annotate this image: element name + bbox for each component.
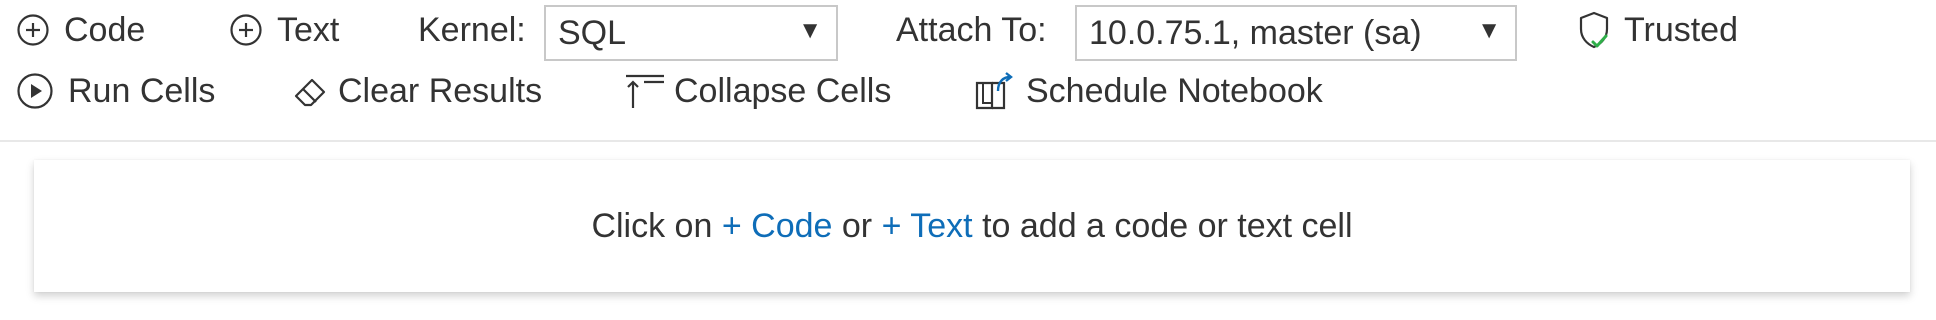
collapse-cells-label: Collapse Cells — [674, 71, 892, 110]
plus-circle-icon — [16, 13, 50, 47]
add-code-label: Code — [64, 10, 146, 49]
clear-results-button[interactable]: Clear Results — [292, 63, 542, 119]
toolbar-divider — [0, 140, 1936, 142]
attach-to-value: 10.0.75.1, master (sa) — [1089, 13, 1422, 52]
attach-to-select[interactable]: 10.0.75.1, master (sa) ▼ — [1075, 5, 1517, 61]
add-text-label: Text — [277, 10, 340, 49]
collapse-cells-button[interactable]: Collapse Cells — [624, 63, 891, 119]
toolbar-row-primary: Code Text Kernel: SQL ▼ Attach To: 10.0.… — [0, 2, 1936, 61]
plus-circle-icon — [229, 13, 263, 47]
run-cells-button[interactable]: Run Cells — [16, 63, 215, 119]
empty-state-suffix: to add a code or text cell — [982, 206, 1353, 245]
trusted-button[interactable]: Trusted — [1576, 2, 1738, 58]
kernel-label: Kernel: — [418, 10, 526, 49]
shield-check-icon — [1576, 10, 1612, 50]
schedule-book-icon — [974, 71, 1014, 111]
run-cells-label: Run Cells — [68, 71, 216, 110]
add-code-button[interactable]: Code — [16, 2, 145, 58]
add-text-link[interactable]: + Text — [882, 207, 973, 246]
add-code-link[interactable]: + Code — [722, 207, 833, 246]
add-text-button[interactable]: Text — [229, 2, 339, 58]
chevron-down-icon: ▼ — [1477, 17, 1501, 44]
toolbar-row-secondary: Run Cells Clear Results Collapse Cells S… — [0, 63, 1936, 119]
eraser-icon — [292, 72, 330, 110]
schedule-notebook-button[interactable]: Schedule Notebook — [974, 63, 1323, 119]
collapse-icon — [624, 70, 666, 112]
clear-results-label: Clear Results — [338, 71, 543, 110]
empty-notebook-placeholder: Click on + Code or + Text to add a code … — [34, 160, 1910, 292]
empty-state-prefix: Click on — [591, 206, 713, 245]
empty-state-or: or — [841, 206, 873, 245]
schedule-notebook-label: Schedule Notebook — [1026, 71, 1323, 110]
trusted-label: Trusted — [1624, 10, 1739, 49]
chevron-down-icon: ▼ — [798, 17, 822, 44]
attach-to-label: Attach To: — [896, 10, 1047, 49]
kernel-select[interactable]: SQL ▼ — [544, 5, 838, 61]
play-circle-icon — [16, 72, 54, 110]
kernel-value: SQL — [558, 13, 627, 52]
